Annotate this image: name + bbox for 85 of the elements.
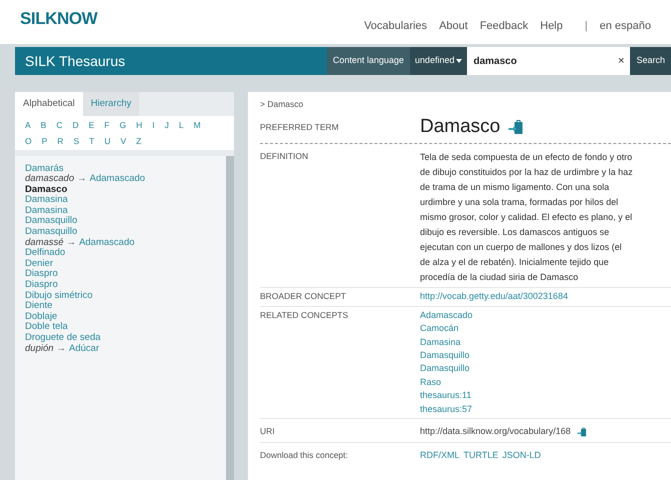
letter-link[interactable]: Z: [136, 134, 142, 148]
copy-icon[interactable]: [576, 426, 587, 437]
letter-link[interactable]: U: [104, 134, 110, 148]
letter-link[interactable]: B: [40, 119, 46, 132]
arrow-text: →: [77, 174, 87, 185]
letter-link[interactable]: A: [25, 119, 31, 132]
related-concept-link[interactable]: Damasquillo: [420, 362, 473, 376]
term-link[interactable]: Diaspro: [25, 280, 58, 291]
letter-link[interactable]: F: [104, 119, 110, 132]
letter-link[interactable]: D: [72, 119, 79, 132]
letter-link[interactable]: S: [73, 134, 80, 148]
content-language-label: Content language: [326, 47, 410, 75]
download-link[interactable]: TURTLE: [464, 448, 498, 462]
download-link[interactable]: RDF/XML: [420, 448, 460, 462]
alias-term: dupión: [25, 344, 54, 354]
letter-link[interactable]: H: [136, 119, 142, 132]
field-label: PREFERRED TERM: [260, 120, 340, 134]
term-link[interactable]: Diaspro: [25, 269, 58, 280]
language-link[interactable]: en españo: [600, 18, 651, 34]
related-concept-link[interactable]: Damasquillo: [420, 348, 473, 362]
copy-icon[interactable]: [508, 119, 524, 135]
letter-link[interactable]: R: [57, 134, 64, 148]
field-label: URI: [260, 425, 276, 438]
related-concept-link[interactable]: Adamascado: [420, 308, 473, 322]
term-link[interactable]: Damasina: [25, 206, 68, 216]
related-concept-link[interactable]: Damasina: [420, 336, 473, 349]
field-label: RELATED CONCEPTS: [260, 308, 350, 322]
field-label: BROADER CONCEPT: [260, 290, 347, 304]
term-link[interactable]: Doblaje: [25, 312, 58, 322]
field-label: Download this concept:: [260, 448, 349, 462]
arrow-text: →: [66, 238, 76, 248]
related-concept-link[interactable]: thesaurus:11: [420, 389, 473, 403]
term-link[interactable]: Damarás: [25, 164, 64, 174]
tab[interactable]: Alphabetical: [15, 92, 83, 116]
separator: |: [584, 19, 588, 34]
nav-link[interactable]: Help: [540, 18, 563, 34]
uri-text: http://data.silknow.org/vocabulary/168: [420, 425, 571, 438]
term-link[interactable]: Damasquillo: [25, 227, 78, 238]
nav-link[interactable]: Vocabularies: [364, 18, 428, 34]
letter-link[interactable]: C: [56, 119, 62, 132]
term-link[interactable]: Adamascado: [90, 174, 146, 185]
scrollbar[interactable]: [226, 156, 234, 480]
preferred-term: Damasco: [420, 114, 500, 139]
app-title: SILK Thesaurus: [25, 52, 126, 70]
caret-icon: [456, 59, 462, 63]
letter-link[interactable]: I: [152, 119, 155, 132]
term-link[interactable]: Adúcar: [69, 344, 100, 354]
letter-link[interactable]: J: [164, 119, 169, 132]
term-link[interactable]: Droguete de seda: [25, 333, 101, 344]
definition-text: Tela de seda compuesta de un efecto de fondo y otro de dibujo constituidos por la haz de urdimbre y la haz de trama de un mismo ligamento. Con una sola urdimbre y una sola trama, formadas por hilos del mismo grosor, color y calidad. El efecto es plano, y el dibujo es reversible. Los damascos antiguos se ejecutan con un cuerpo de mallones y dos lizos (el de alza y el de rebatén). Inicialmente tejido que procedía de la ciudad siria de Damasco: [420, 151, 634, 284]
term-link[interactable]: Dibujo simétrico: [25, 290, 93, 302]
related-concept-link[interactable]: Camocán: [420, 322, 473, 336]
letter-link[interactable]: M: [194, 119, 201, 132]
alias-term: damassé: [25, 238, 64, 248]
letter-link[interactable]: L: [178, 119, 184, 132]
term-link[interactable]: Damasquillo: [25, 216, 78, 228]
search-button[interactable]: Search: [630, 47, 671, 75]
letter-link[interactable]: T: [89, 134, 94, 148]
term-link[interactable]: Delfinado: [25, 248, 66, 259]
related-concept-link[interactable]: Raso: [420, 376, 473, 390]
logo[interactable]: SILKNOW: [20, 6, 98, 32]
term-link[interactable]: Doble tela: [25, 322, 68, 333]
alias-term: damascado: [25, 174, 74, 185]
term-link[interactable]: Damasina: [25, 195, 68, 206]
clear-button[interactable]: ×: [618, 52, 624, 70]
arrow-text: →: [56, 344, 66, 354]
nav-link[interactable]: Feedback: [480, 18, 528, 34]
term-link[interactable]: Diente: [25, 301, 52, 312]
letter-link[interactable]: E: [88, 119, 94, 132]
nav-link[interactable]: About: [439, 18, 468, 34]
letter-link[interactable]: O: [25, 134, 32, 148]
related-concept-link[interactable]: thesaurus:57: [420, 402, 473, 416]
term-link[interactable]: Adamascado: [79, 238, 135, 248]
term-link[interactable]: Damasco: [25, 184, 68, 196]
broader-concept-link[interactable]: http://vocab.getty.edu/aat/300231684: [420, 290, 568, 304]
letter-link[interactable]: G: [120, 119, 126, 132]
tab[interactable]: Hierarchy: [82, 92, 140, 116]
download-link[interactable]: JSON-LD: [502, 448, 541, 462]
language-select[interactable]: undefined: [410, 47, 468, 75]
term-link[interactable]: Denier: [25, 258, 53, 270]
letter-link[interactable]: P: [42, 134, 48, 148]
letter-link[interactable]: V: [120, 134, 126, 148]
search-field[interactable]: damasco ×: [467, 47, 630, 75]
field-label: DEFINITION: [260, 150, 310, 164]
breadcrumb[interactable]: > Damasco: [260, 98, 671, 111]
